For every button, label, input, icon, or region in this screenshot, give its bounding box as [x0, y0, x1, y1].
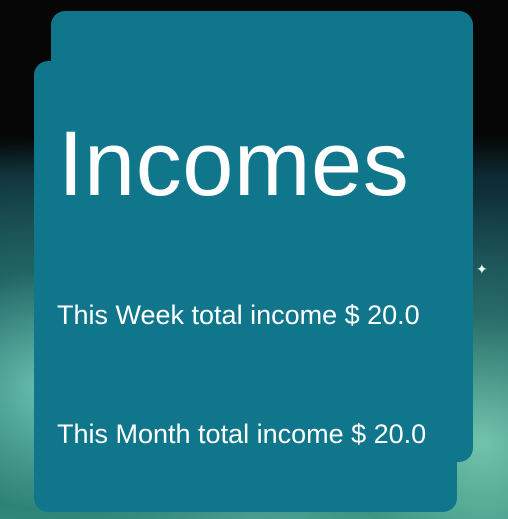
page-title: Incomes — [58, 113, 410, 215]
month-income-text: This Month total income $ 20.0 — [57, 419, 427, 449]
sparkle-icon: ✦ — [476, 261, 488, 277]
week-income-text: This Week total income $ 20.0 — [57, 300, 420, 330]
